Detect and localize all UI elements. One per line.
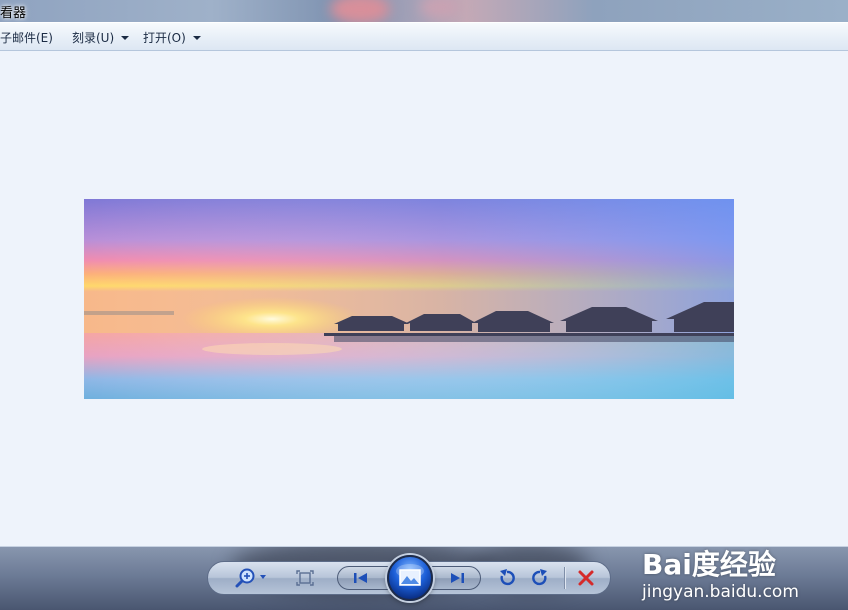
slideshow-button[interactable] [387, 555, 433, 601]
rotate-counterclockwise-button[interactable] [494, 565, 520, 591]
menu-email[interactable]: 子邮件(E) [0, 29, 53, 46]
rotate-counterclockwise-icon [500, 569, 515, 586]
actual-size-icon [296, 570, 314, 586]
slideshow-icon [396, 564, 424, 586]
chevron-down-icon [192, 36, 201, 40]
next-button[interactable] [442, 567, 472, 589]
baidu-jingyan-watermark: Bai度经验 jingyan.baidu.com [642, 548, 802, 602]
image-viewport[interactable] [0, 51, 848, 546]
title-bar-glass-highlight [330, 0, 390, 22]
chevron-down-icon [121, 36, 130, 40]
menu-burn[interactable]: 刻录(U) [72, 29, 130, 46]
command-bar: 子邮件(E) 刻录(U) 打开(O) [0, 22, 848, 51]
divider [564, 567, 565, 589]
watermark-brand: Bai度经验 [642, 548, 776, 581]
previous-icon [354, 573, 367, 583]
sunset-photo-graphic [84, 199, 734, 399]
next-icon [451, 573, 464, 583]
previous-button[interactable] [346, 567, 376, 589]
rotate-clockwise-button[interactable] [527, 565, 553, 591]
menu-open-label: 打开(O) [143, 31, 186, 45]
zoom-button[interactable] [232, 565, 272, 591]
window-title: 看器 [0, 6, 27, 21]
rotate-clockwise-icon [532, 569, 547, 586]
delete-icon [578, 570, 594, 586]
actual-size-button[interactable] [292, 565, 318, 591]
menu-email-label: 子邮件(E) [0, 31, 53, 45]
zoom-icon [235, 568, 266, 588]
watermark-url: jingyan.baidu.com [642, 582, 799, 602]
menu-open[interactable]: 打开(O) [143, 29, 201, 46]
title-bar: 看器 [0, 0, 848, 22]
title-bar-glass-highlight [420, 0, 460, 18]
delete-button[interactable] [573, 565, 599, 591]
displayed-photo [84, 199, 734, 399]
menu-burn-label: 刻录(U) [72, 31, 115, 45]
